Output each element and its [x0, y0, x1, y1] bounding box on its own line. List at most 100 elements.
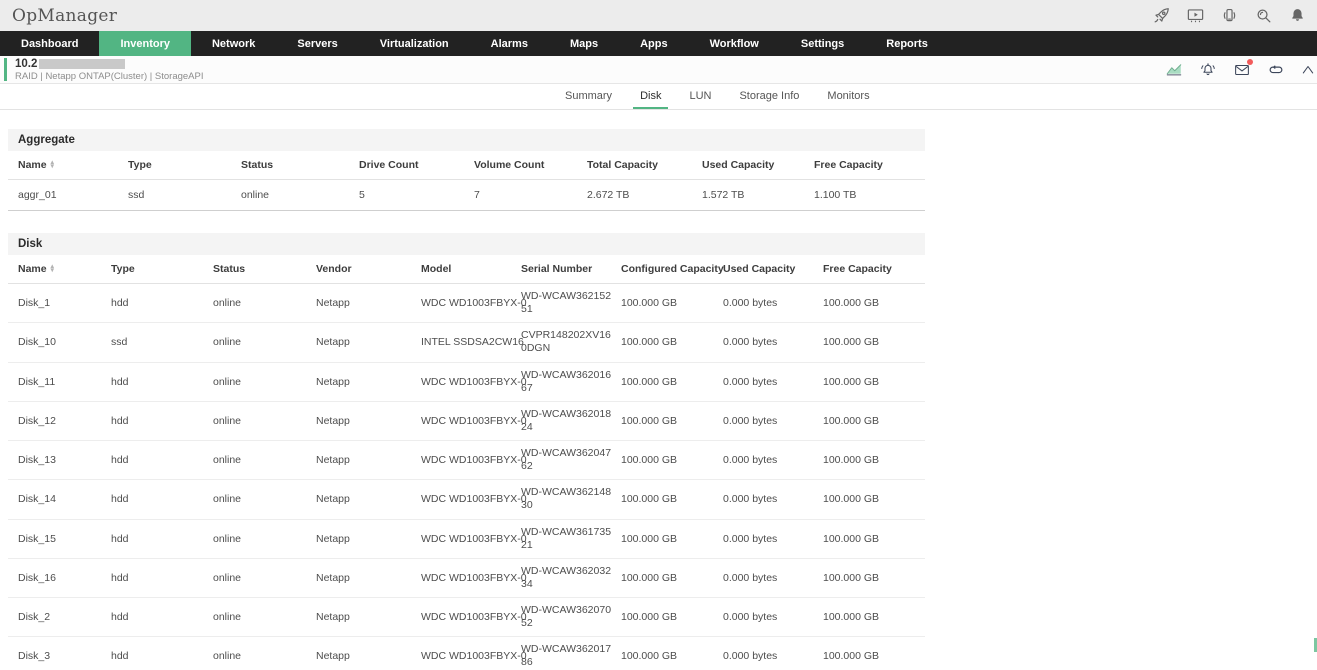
- cell-configured-capacity: 100.000 GB: [621, 598, 723, 637]
- cell-vendor: Netapp: [316, 362, 421, 401]
- device-bar: 10.2 RAID | Netapp ONTAP(Cluster) | Stor…: [0, 56, 1317, 84]
- cell-serial-number: WD-WCAW36203234: [521, 558, 621, 597]
- cell-type: hdd: [111, 519, 213, 558]
- nav-item-network[interactable]: Network: [191, 31, 276, 56]
- column-header-free-capacity[interactable]: Free Capacity: [814, 151, 925, 180]
- notification-bell-icon[interactable]: [1288, 6, 1307, 25]
- cell-model: WDC WD1003FBYX-0: [421, 401, 521, 440]
- aggregate-section: Aggregate Name▴▾TypeStatusDrive CountVol…: [8, 129, 925, 211]
- table-row[interactable]: aggr_01ssdonline572.672 TB1.572 TB1.100 …: [8, 180, 925, 211]
- nav-item-reports[interactable]: Reports: [865, 31, 949, 56]
- cell-vendor: Netapp: [316, 480, 421, 519]
- column-header-model[interactable]: Model: [421, 255, 521, 284]
- device-name-redacted-block: [39, 59, 125, 69]
- pulse-icon[interactable]: [1301, 61, 1315, 79]
- cell-model: WDC WD1003FBYX-0: [421, 362, 521, 401]
- table-row[interactable]: Disk_12hddonlineNetappWDC WD1003FBYX-0WD…: [8, 401, 925, 440]
- link-icon[interactable]: [1267, 61, 1285, 79]
- cell-name: Disk_15: [8, 519, 111, 558]
- table-row[interactable]: Disk_10ssdonlineNetappINTEL SSDSA2CW16CV…: [8, 323, 925, 362]
- cell-free-capacity: 100.000 GB: [823, 637, 925, 670]
- notify-mail-icon[interactable]: [1233, 61, 1251, 79]
- tab-summary[interactable]: Summary: [558, 84, 619, 109]
- aggregate-table: Name▴▾TypeStatusDrive CountVolume CountT…: [8, 151, 925, 211]
- nav-item-virtualization[interactable]: Virtualization: [359, 31, 470, 56]
- cell-vendor: Netapp: [316, 401, 421, 440]
- tab-disk[interactable]: Disk: [633, 84, 668, 109]
- sort-icon[interactable]: ▴▾: [51, 265, 54, 274]
- performance-graph-icon[interactable]: [1165, 61, 1183, 79]
- table-row[interactable]: Disk_16hddonlineNetappWDC WD1003FBYX-0WD…: [8, 558, 925, 597]
- column-header-volume-count[interactable]: Volume Count: [474, 151, 587, 180]
- alert-settings-icon[interactable]: [1199, 61, 1217, 79]
- cell-model: WDC WD1003FBYX-0: [421, 519, 521, 558]
- table-row[interactable]: Disk_15hddonlineNetappWDC WD1003FBYX-0WD…: [8, 519, 925, 558]
- cell-free-capacity: 100.000 GB: [823, 558, 925, 597]
- column-header-vendor[interactable]: Vendor: [316, 255, 421, 284]
- nav-item-settings[interactable]: Settings: [780, 31, 865, 56]
- cell-serial-number: CVPR148202XV160DGN: [521, 323, 621, 362]
- cell-vendor: Netapp: [316, 637, 421, 670]
- nav-item-alarms[interactable]: Alarms: [470, 31, 549, 56]
- aggregate-section-title: Aggregate: [8, 129, 925, 151]
- nav-item-apps[interactable]: Apps: [619, 31, 689, 56]
- cell-type: hdd: [111, 362, 213, 401]
- mail-unread-badge: [1247, 59, 1253, 65]
- cell-status: online: [213, 480, 316, 519]
- column-header-configured-capacity[interactable]: Configured Capacity: [621, 255, 723, 284]
- column-header-used-capacity[interactable]: Used Capacity: [723, 255, 823, 284]
- nav-item-inventory[interactable]: Inventory: [99, 31, 191, 56]
- table-row[interactable]: Disk_3hddonlineNetappWDC WD1003FBYX-0WD-…: [8, 637, 925, 670]
- video-tour-icon[interactable]: [1186, 6, 1205, 25]
- cell-configured-capacity: 100.000 GB: [621, 558, 723, 597]
- tab-monitors[interactable]: Monitors: [820, 84, 876, 109]
- cell-serial-number: WD-WCAW36204762: [521, 441, 621, 480]
- cell-configured-capacity: 100.000 GB: [621, 441, 723, 480]
- content: Aggregate Name▴▾TypeStatusDrive CountVol…: [0, 110, 1317, 670]
- column-header-status[interactable]: Status: [241, 151, 359, 180]
- cell-serial-number: WD-WCAW36173521: [521, 519, 621, 558]
- column-header-serial-number[interactable]: Serial Number: [521, 255, 621, 284]
- column-header-name[interactable]: Name▴▾: [8, 151, 128, 180]
- column-header-type[interactable]: Type: [111, 255, 213, 284]
- cell-serial-number: WD-WCAW36201824: [521, 401, 621, 440]
- cell-type: hdd: [111, 284, 213, 323]
- table-row[interactable]: Disk_13hddonlineNetappWDC WD1003FBYX-0WD…: [8, 441, 925, 480]
- cell-free-capacity: 100.000 GB: [823, 284, 925, 323]
- cell-free-capacity: 100.000 GB: [823, 362, 925, 401]
- tab-storage-info[interactable]: Storage Info: [732, 84, 806, 109]
- column-header-used-capacity[interactable]: Used Capacity: [702, 151, 814, 180]
- table-row[interactable]: Disk_2hddonlineNetappWDC WD1003FBYX-0WD-…: [8, 598, 925, 637]
- cell-free-capacity: 100.000 GB: [823, 441, 925, 480]
- tab-lun[interactable]: LUN: [682, 84, 718, 109]
- cell-status: online: [213, 362, 316, 401]
- sort-icon[interactable]: ▴▾: [51, 161, 54, 170]
- column-header-total-capacity[interactable]: Total Capacity: [587, 151, 702, 180]
- device-name[interactable]: 10.2: [15, 58, 37, 70]
- device-actions: [1165, 61, 1315, 79]
- cell-type: hdd: [111, 441, 213, 480]
- disk-section: Disk Name▴▾TypeStatusVendorModelSerial N…: [8, 233, 925, 670]
- cell-configured-capacity: 100.000 GB: [621, 637, 723, 670]
- column-header-name[interactable]: Name▴▾: [8, 255, 111, 284]
- column-header-free-capacity[interactable]: Free Capacity: [823, 255, 925, 284]
- nav-item-dashboard[interactable]: Dashboard: [0, 31, 99, 56]
- search-icon[interactable]: [1254, 6, 1273, 25]
- nav-item-maps[interactable]: Maps: [549, 31, 619, 56]
- cell-type: ssd: [111, 323, 213, 362]
- nav-item-workflow[interactable]: Workflow: [689, 31, 780, 56]
- rocket-icon[interactable]: [1152, 6, 1171, 25]
- column-header-status[interactable]: Status: [213, 255, 316, 284]
- cell-free-capacity: 100.000 GB: [823, 323, 925, 362]
- table-row[interactable]: Disk_14hddonlineNetappWDC WD1003FBYX-0WD…: [8, 480, 925, 519]
- nav-item-servers[interactable]: Servers: [276, 31, 358, 56]
- table-row[interactable]: Disk_1hddonlineNetappWDC WD1003FBYX-0WD-…: [8, 284, 925, 323]
- cell-name: Disk_3: [8, 637, 111, 670]
- cell-name: aggr_01: [8, 180, 128, 211]
- table-row[interactable]: Disk_11hddonlineNetappWDC WD1003FBYX-0WD…: [8, 362, 925, 401]
- mobile-icon[interactable]: [1220, 6, 1239, 25]
- cell-serial-number: WD-WCAW36201786: [521, 637, 621, 670]
- column-header-drive-count[interactable]: Drive Count: [359, 151, 474, 180]
- column-header-type[interactable]: Type: [128, 151, 241, 180]
- cell-used-capacity: 1.572 TB: [702, 180, 814, 211]
